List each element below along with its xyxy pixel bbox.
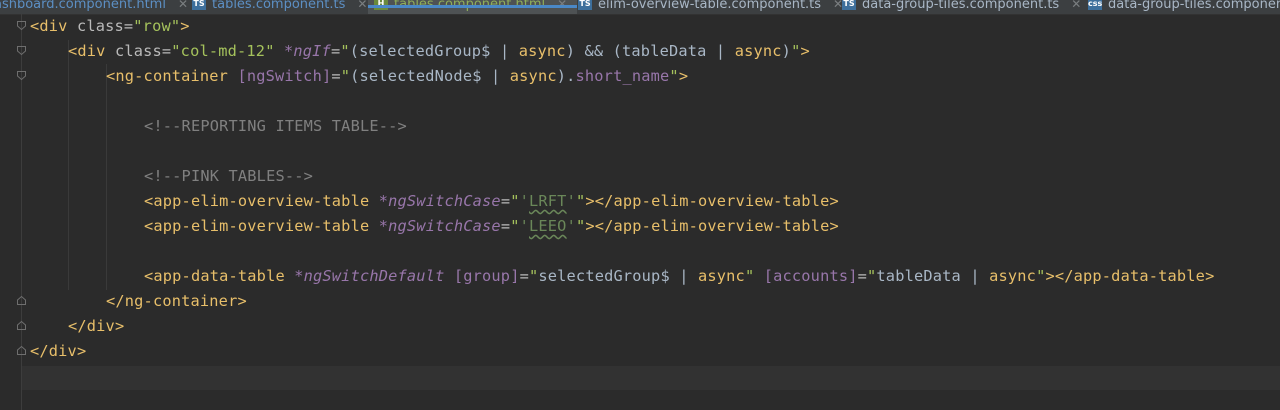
string-literal-quote: ' — [519, 217, 529, 235]
html-tag: </ng-container> — [106, 292, 247, 310]
attribute-name: class= — [76, 17, 134, 35]
html-comment: <!--PINK TABLES--> — [144, 167, 314, 185]
quote: " — [528, 267, 539, 285]
paren: ) — [565, 42, 576, 60]
expression-identifier: selectedNode$ — [359, 67, 482, 85]
html-tag: </div> — [68, 317, 125, 335]
equals-sign: = — [330, 42, 341, 60]
fold-icon[interactable] — [16, 20, 27, 31]
property-binding: [accounts] — [763, 267, 858, 285]
pipe-name: async — [734, 42, 782, 60]
quote: " — [340, 67, 351, 85]
code-line-2[interactable]: <div class="col-md-12" *ngIf="(selectedG… — [68, 39, 810, 64]
quote: " — [575, 192, 586, 210]
fold-icon[interactable] — [16, 45, 27, 56]
paren: ) — [556, 67, 567, 85]
code-line-8[interactable]: <app-elim-overview-table *ngSwitchCase="… — [144, 189, 839, 214]
ide-window: ashboard.component.html ✕ TS tables.comp… — [0, 0, 1280, 410]
expression-identifier: selectedGroup$ — [359, 42, 491, 60]
property-access: short_name — [575, 67, 670, 85]
structural-directive: *ngSwitchDefault — [294, 267, 445, 285]
attribute-value: "col-md-12" — [171, 42, 275, 60]
code-line-3[interactable]: <ng-container [ngSwitch]="(selectedNode$… — [106, 64, 688, 89]
string-literal: LEEO — [529, 217, 567, 235]
paren: ( — [350, 67, 360, 85]
string-literal-quote: ' — [566, 192, 576, 210]
equals-sign: = — [857, 267, 868, 285]
structural-directive: *ngSwitchCase — [378, 192, 501, 210]
pipe-operator: | — [960, 267, 990, 285]
pipe-operator: | — [490, 42, 519, 60]
html-tag: > — [678, 67, 689, 85]
fold-end-icon[interactable] — [16, 295, 27, 306]
pipe-name: async — [518, 42, 566, 60]
string-literal: LRFT — [529, 192, 567, 210]
indent-guide — [68, 40, 69, 290]
attribute-name: class= — [114, 42, 172, 60]
property-binding: [group] — [453, 267, 520, 285]
fold-end-icon[interactable] — [16, 320, 27, 331]
expression-identifier: selectedGroup$ — [538, 267, 670, 285]
paren: ) — [781, 42, 792, 60]
code-line-12[interactable]: </ng-container> — [106, 289, 247, 314]
paren: ( — [612, 42, 623, 60]
pipe-name: async — [509, 67, 557, 85]
fold-icon[interactable] — [16, 70, 27, 81]
pipe-name: async — [698, 267, 745, 285]
html-tag: </div> — [30, 342, 87, 360]
html-tag: <app-elim-overview-table — [144, 217, 379, 235]
code-line-11[interactable]: <app-data-table *ngSwitchDefault [group]… — [144, 264, 1214, 289]
html-tag: <ng-container — [106, 67, 238, 85]
equals-sign: = — [500, 217, 511, 235]
indent-guide — [106, 64, 107, 290]
html-tag: ></app-elim-overview-table> — [585, 192, 839, 210]
attribute-value: "row" — [133, 17, 181, 35]
dot: . — [566, 67, 576, 85]
string-literal-quote: ' — [566, 217, 576, 235]
equals-sign: = — [331, 67, 341, 85]
paren: ( — [349, 42, 360, 60]
property-binding: [ngSwitch] — [237, 67, 332, 85]
quote: " — [867, 267, 877, 285]
code-line-7[interactable]: <!--PINK TABLES--> — [144, 164, 313, 189]
quote: " — [340, 42, 350, 60]
code-line-13[interactable]: </div> — [68, 314, 124, 339]
quote: " — [744, 267, 755, 285]
html-tag: > — [180, 17, 190, 35]
quote: " — [510, 192, 520, 210]
structural-directive: *ngIf — [283, 42, 331, 60]
code-line-5[interactable]: <!--REPORTING ITEMS TABLE--> — [144, 114, 407, 139]
html-comment: <!--REPORTING ITEMS TABLE--> — [144, 117, 407, 135]
pipe-operator: | — [669, 267, 698, 285]
pipe-name: async — [989, 267, 1037, 285]
quote: " — [510, 217, 520, 235]
quote: " — [669, 67, 679, 85]
html-tag: <app-data-table — [144, 267, 295, 285]
fold-end-icon[interactable] — [16, 345, 27, 356]
code-line-9[interactable]: <app-elim-overview-table *ngSwitchCase="… — [144, 214, 839, 239]
code-line-1[interactable]: <div class="row"> — [30, 14, 190, 39]
html-tag: <app-elim-overview-table — [144, 192, 379, 210]
html-tag: <div — [68, 42, 115, 60]
equals-sign: = — [500, 192, 511, 210]
expression-identifier: tableData — [876, 267, 961, 285]
code-line-14[interactable]: </div> — [30, 339, 86, 364]
equals-sign: = — [519, 267, 529, 285]
current-line-highlight — [22, 366, 1280, 390]
html-tag: <div — [30, 17, 77, 35]
structural-directive: *ngSwitchCase — [378, 217, 501, 235]
pipe-operator: | — [481, 67, 510, 85]
html-tag: ></app-data-table> — [1045, 267, 1215, 285]
html-tag: ></app-elim-overview-table> — [585, 217, 839, 235]
pipe-operator: | — [706, 42, 735, 60]
expression-identifier: tableData — [622, 42, 707, 60]
string-literal-quote: ' — [519, 192, 529, 210]
logical-operator: && — [575, 42, 613, 60]
html-tag: > — [800, 42, 810, 60]
code-editor[interactable]: <div class="row"> <div class="col-md-12"… — [0, 0, 1280, 410]
quote: " — [575, 217, 586, 235]
